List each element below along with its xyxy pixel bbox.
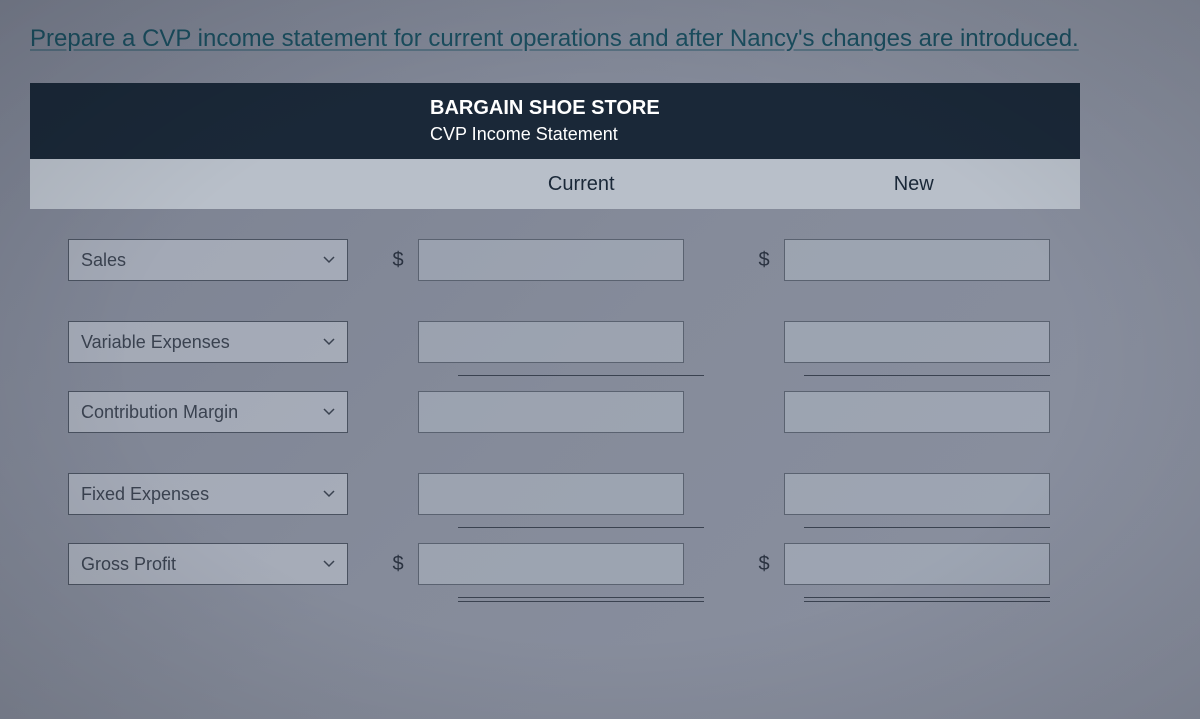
new-value-input[interactable] [784,321,1050,363]
current-value-input[interactable] [418,473,684,515]
chevron-down-icon [323,256,335,264]
new-value-input[interactable] [784,239,1050,281]
chevron-down-icon [323,338,335,346]
subtotal-line [30,375,1080,376]
statement-container: BARGAIN SHOE STORE CVP Income Statement … [30,83,1080,602]
line-item-dropdown[interactable]: Fixed Expenses [68,473,348,515]
current-value-input[interactable] [418,239,684,281]
dropdown-label: Contribution Margin [81,402,238,423]
subtotal-line [30,527,1080,528]
data-row: Fixed Expenses$$ [30,473,1080,515]
data-area: Sales$$Variable Expenses$$Contribution M… [30,209,1080,602]
statement-header: BARGAIN SHOE STORE CVP Income Statement [30,83,1080,159]
current-value-input[interactable] [418,321,684,363]
data-row: Variable Expenses$$ [30,321,1080,363]
current-value-input[interactable] [418,391,684,433]
data-row: Gross Profit $ $ [30,543,1080,585]
column-header-new: New [748,173,1081,196]
new-value-input[interactable] [784,391,1050,433]
column-headers: Current New [30,159,1080,209]
new-value-input[interactable] [784,473,1050,515]
total-double-line [30,597,1080,602]
new-value-input[interactable] [784,543,1050,585]
chevron-down-icon [323,408,335,416]
currency-symbol: $ [744,553,784,576]
dropdown-label: Gross Profit [81,554,176,575]
currency-symbol: $ [378,553,418,576]
dropdown-label: Sales [81,250,126,271]
dropdown-label: Variable Expenses [81,332,230,353]
line-item-dropdown[interactable]: Variable Expenses [68,321,348,363]
line-item-dropdown[interactable]: Gross Profit [68,543,348,585]
instruction-text: Prepare a CVP income statement for curre… [30,25,1170,53]
line-item-dropdown[interactable]: Sales [68,239,348,281]
data-row: Contribution Margin$$ [30,391,1080,433]
chevron-down-icon [323,490,335,498]
statement-title: CVP Income Statement [430,124,1080,145]
data-row: Sales $ $ [30,239,1080,281]
currency-symbol: $ [744,249,784,272]
company-name: BARGAIN SHOE STORE [430,97,1080,120]
column-header-current: Current [415,173,748,196]
line-item-dropdown[interactable]: Contribution Margin [68,391,348,433]
chevron-down-icon [323,560,335,568]
current-value-input[interactable] [418,543,684,585]
currency-symbol: $ [378,249,418,272]
dropdown-label: Fixed Expenses [81,484,209,505]
